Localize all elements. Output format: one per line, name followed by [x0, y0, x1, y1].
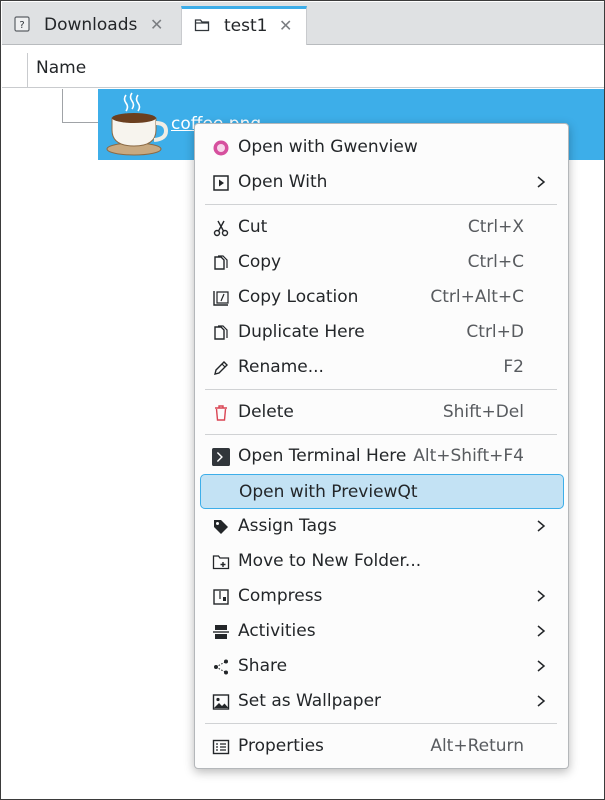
- menu-label: Cut: [238, 217, 268, 237]
- chevron-right-icon: [537, 520, 546, 532]
- svg-text:?: ?: [19, 20, 24, 31]
- menu-label: Move to New Folder...: [238, 551, 422, 571]
- open-with-icon: [212, 174, 230, 192]
- menu-separator: [205, 389, 557, 390]
- menu-item-activities[interactable]: Activities: [200, 615, 564, 648]
- menu-label: Duplicate Here: [238, 322, 365, 342]
- shortcut-label: Ctrl+C: [467, 252, 524, 272]
- tree-connector: [62, 122, 98, 123]
- menu-item-copy[interactable]: Copy Ctrl+C: [200, 246, 564, 279]
- chevron-right-icon: [537, 695, 546, 707]
- shortcut-label: F2: [503, 357, 524, 377]
- tab-downloads[interactable]: ? Downloads ✕: [2, 6, 180, 45]
- menu-item-open-gwenview[interactable]: Open with Gwenview: [200, 131, 564, 164]
- menu-item-properties[interactable]: Properties Alt+Return: [200, 730, 564, 763]
- coffee-cup-icon: [106, 92, 168, 156]
- column-name-header[interactable]: Name: [36, 58, 86, 78]
- copy-icon: [212, 254, 230, 272]
- shortcut-label: Ctrl+X: [467, 217, 524, 237]
- menu-label: Compress: [238, 586, 323, 606]
- menu-label: Share: [238, 656, 288, 676]
- shortcut-label: Ctrl+Alt+C: [430, 287, 524, 307]
- menu-item-assign-tags[interactable]: Assign Tags: [200, 510, 564, 543]
- menu-separator: [205, 204, 557, 205]
- menu-label: Open Terminal Here: [238, 446, 407, 466]
- tab-downloads-label: Downloads: [44, 15, 138, 35]
- tab-test1-label: test1: [224, 16, 268, 36]
- menu-item-delete[interactable]: Delete Shift+Del: [200, 396, 564, 429]
- new-folder-icon: [212, 553, 230, 571]
- menu-item-set-as-wallpaper[interactable]: Set as Wallpaper: [200, 685, 564, 718]
- image-icon: [212, 693, 230, 711]
- copy-location-icon: [212, 289, 230, 307]
- pencil-icon: [212, 359, 230, 377]
- menu-label: Rename...: [238, 357, 324, 377]
- folder-icon: [194, 19, 210, 32]
- tab-bar: ? Downloads ✕ test1 ✕: [2, 2, 604, 46]
- chevron-right-icon: [537, 590, 546, 602]
- shortcut-label: Shift+Del: [442, 402, 524, 422]
- menu-label: Copy Location: [238, 287, 359, 307]
- menu-item-duplicate-here[interactable]: Duplicate Here Ctrl+D: [200, 316, 564, 349]
- menu-item-share[interactable]: Share: [200, 650, 564, 683]
- tag-icon: [212, 518, 230, 536]
- chevron-right-icon: [537, 176, 546, 188]
- menu-item-move-to-new-folder[interactable]: Move to New Folder...: [200, 545, 564, 578]
- menu-label: Set as Wallpaper: [238, 691, 382, 711]
- menu-item-open-previewqt[interactable]: Open with PreviewQt: [200, 474, 564, 509]
- duplicate-icon: [212, 324, 230, 342]
- unknown-file-icon: ?: [14, 16, 30, 32]
- chevron-right-icon: [537, 660, 546, 672]
- context-menu: Open with Gwenview Open With Cut Ctrl+X …: [194, 123, 569, 769]
- menu-item-cut[interactable]: Cut Ctrl+X: [200, 211, 564, 244]
- shortcut-label: Alt+Shift+F4: [413, 446, 524, 466]
- terminal-icon: [212, 448, 230, 466]
- close-tab-icon[interactable]: ✕: [150, 15, 163, 34]
- menu-label: Open with PreviewQt: [239, 482, 418, 502]
- menu-label: Activities: [238, 621, 316, 641]
- menu-item-rename[interactable]: Rename... F2: [200, 351, 564, 384]
- menu-label: Open with Gwenview: [238, 137, 418, 157]
- menu-label: Properties: [238, 736, 324, 756]
- chevron-right-icon: [537, 625, 546, 637]
- file-manager-window: ? Downloads ✕ test1 ✕ Name Open with Gwe…: [0, 0, 605, 800]
- tree-connector: [62, 89, 63, 122]
- menu-item-copy-location[interactable]: Copy Location Ctrl+Alt+C: [200, 281, 564, 314]
- menu-label: Delete: [238, 402, 294, 422]
- scissors-icon: [212, 219, 230, 237]
- menu-label: Copy: [238, 252, 282, 272]
- menu-separator: [205, 434, 557, 435]
- tab-test1[interactable]: test1 ✕: [181, 6, 307, 46]
- column-divider: [27, 53, 28, 88]
- column-header: Name: [2, 45, 604, 88]
- properties-icon: [212, 738, 230, 756]
- menu-separator: [205, 723, 557, 724]
- shortcut-label: Alt+Return: [430, 736, 524, 756]
- menu-item-open-with[interactable]: Open With: [200, 166, 564, 199]
- close-tab-icon[interactable]: ✕: [279, 16, 292, 35]
- trash-icon: [212, 404, 230, 422]
- menu-label: Assign Tags: [238, 516, 337, 536]
- menu-item-open-terminal[interactable]: Open Terminal Here Alt+Shift+F4: [200, 440, 564, 473]
- shortcut-label: Ctrl+D: [466, 322, 524, 342]
- activities-icon: [212, 623, 230, 641]
- menu-item-compress[interactable]: Compress: [200, 580, 564, 613]
- share-icon: [212, 658, 230, 676]
- archive-icon: [212, 588, 230, 606]
- menu-label: Open With: [238, 172, 328, 192]
- gwenview-icon: [212, 139, 230, 157]
